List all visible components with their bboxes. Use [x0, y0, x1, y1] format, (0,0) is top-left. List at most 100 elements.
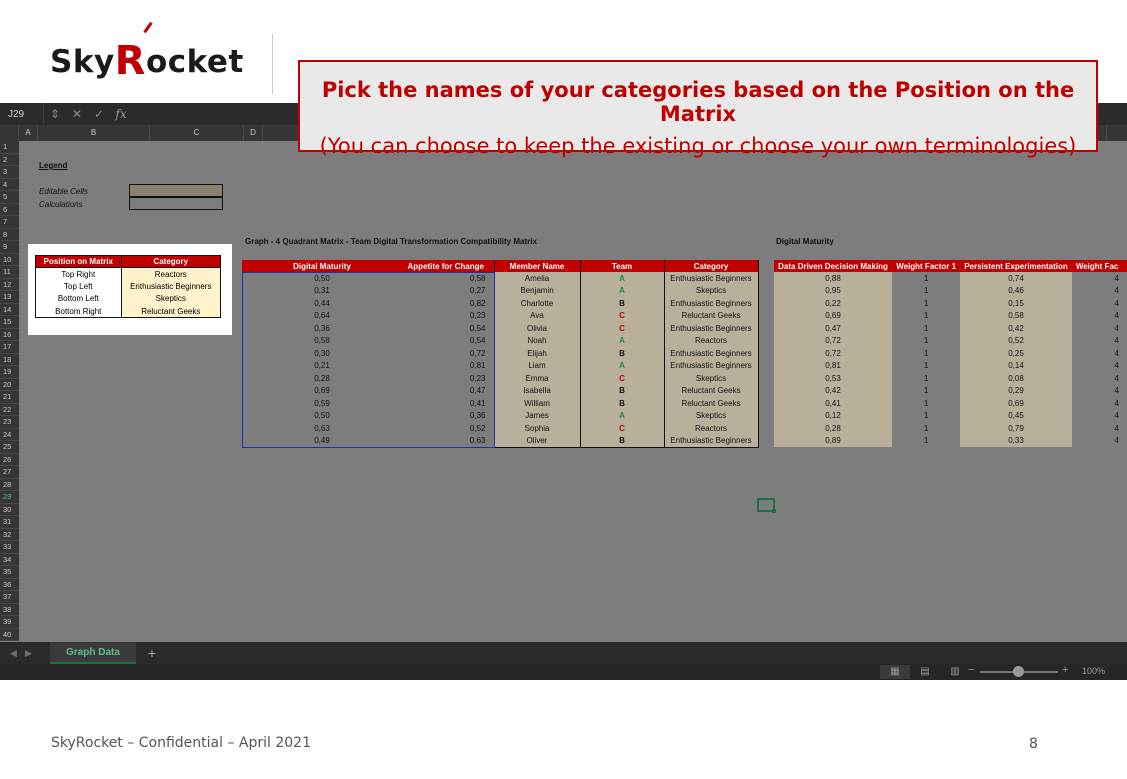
- row-header[interactable]: 27: [0, 466, 19, 479]
- name-box[interactable]: J29: [0, 103, 44, 125]
- team-cell[interactable]: B: [579, 397, 664, 410]
- accept-icon[interactable]: ✓: [88, 107, 110, 121]
- zoom-slider-handle[interactable]: [1013, 666, 1024, 677]
- position-cell[interactable]: Bottom Left: [35, 292, 122, 305]
- weight-factor-cell[interactable]: 1: [892, 372, 960, 385]
- weight-factor-cell[interactable]: 1: [892, 397, 960, 410]
- row-header[interactable]: 35: [0, 566, 19, 579]
- weight-factor-cell[interactable]: 4: [1072, 397, 1127, 410]
- zoom-level[interactable]: 100%: [1082, 666, 1105, 676]
- row-header[interactable]: 28: [0, 479, 19, 491]
- member-name-cell[interactable]: Emma: [493, 372, 580, 385]
- row-header[interactable]: 8: [0, 229, 19, 241]
- weight-factor-cell[interactable]: 1: [892, 272, 960, 285]
- appetite-cell[interactable]: 0,47: [402, 385, 494, 398]
- row-header[interactable]: 39: [0, 616, 19, 629]
- appetite-cell[interactable]: 0,54: [402, 335, 494, 348]
- weight-factor-cell[interactable]: 1: [892, 360, 960, 373]
- weight-factor-cell[interactable]: 4: [1072, 335, 1127, 348]
- weight-factor-cell[interactable]: 4: [1072, 410, 1127, 423]
- team-cell[interactable]: B: [579, 384, 664, 397]
- header-data-driven-decision-making[interactable]: Data Driven Decision Making: [774, 260, 893, 272]
- category-cell[interactable]: Skeptics: [663, 409, 759, 422]
- row-header[interactable]: 10: [0, 254, 19, 266]
- row-header[interactable]: 3: [0, 166, 19, 179]
- position-cell[interactable]: Top Right: [35, 267, 122, 280]
- decision-making-cell[interactable]: 0,95: [774, 284, 893, 297]
- category-cell[interactable]: Enthusiastic Beginners: [663, 322, 759, 335]
- member-name-cell[interactable]: Oliver: [493, 434, 580, 448]
- decision-making-cell[interactable]: 0,72: [774, 334, 893, 347]
- category-cell[interactable]: Enthusiastic Beginners: [663, 272, 759, 285]
- experimentation-cell[interactable]: 0,29: [960, 384, 1072, 397]
- member-name-cell[interactable]: Olivia: [493, 322, 580, 335]
- row-header[interactable]: 31: [0, 516, 19, 529]
- experimentation-cell[interactable]: 0,33: [960, 434, 1072, 447]
- decision-making-cell[interactable]: 0,12: [774, 409, 893, 422]
- team-cell[interactable]: B: [579, 434, 664, 448]
- weight-factor-cell[interactable]: 4: [1072, 310, 1127, 323]
- row-header[interactable]: 24: [0, 429, 19, 441]
- member-name-cell[interactable]: Amelia: [493, 272, 580, 285]
- member-name-cell[interactable]: Ava: [493, 309, 580, 322]
- row-header[interactable]: 5: [0, 191, 19, 204]
- position-cell[interactable]: Top Left: [35, 280, 122, 293]
- page-break-preview-icon[interactable]: ▥: [940, 665, 970, 679]
- decision-making-cell[interactable]: 0,28: [774, 422, 893, 435]
- appetite-cell[interactable]: 0,58: [402, 272, 494, 285]
- experimentation-cell[interactable]: 0,25: [960, 347, 1072, 360]
- row-header[interactable]: 1: [0, 141, 19, 154]
- weight-factor-cell[interactable]: 4: [1072, 297, 1127, 310]
- member-name-cell[interactable]: Elijah: [493, 347, 580, 360]
- digital-maturity-cell[interactable]: 0,50: [242, 410, 402, 423]
- position-header[interactable]: Position on Matrix: [35, 255, 122, 268]
- row-header[interactable]: 30: [0, 504, 19, 516]
- experimentation-cell[interactable]: 0,08: [960, 372, 1072, 385]
- weight-factor-cell[interactable]: 4: [1072, 322, 1127, 335]
- decision-making-cell[interactable]: 0,22: [774, 297, 893, 310]
- row-header[interactable]: 25: [0, 441, 19, 454]
- insert-function-icon[interactable]: fx: [110, 107, 132, 121]
- header-appetite-for-change[interactable]: Appetite for Change: [402, 260, 494, 272]
- header-persistent-experimentation[interactable]: Persistent Experimentation: [960, 260, 1072, 272]
- row-header[interactable]: 14: [0, 304, 19, 316]
- row-header[interactable]: 22: [0, 404, 19, 416]
- category-cell[interactable]: Enthusiastic Beginners: [663, 359, 759, 372]
- sheet-tab-graph-data[interactable]: Graph Data: [50, 642, 136, 664]
- header-team[interactable]: Team: [579, 260, 664, 272]
- weight-factor-cell[interactable]: 4: [1072, 347, 1127, 360]
- digital-maturity-cell[interactable]: 0,69: [242, 385, 402, 398]
- team-cell[interactable]: B: [579, 297, 664, 310]
- experimentation-cell[interactable]: 0,52: [960, 334, 1072, 347]
- weight-factor-cell[interactable]: 1: [892, 310, 960, 323]
- legend-editable-swatch[interactable]: [129, 184, 223, 197]
- team-cell[interactable]: C: [579, 422, 664, 435]
- experimentation-cell[interactable]: 0,42: [960, 322, 1072, 335]
- digital-maturity-cell[interactable]: 0,21: [242, 360, 402, 373]
- category-cell[interactable]: Enthusiastic Beginners: [663, 297, 759, 310]
- team-cell[interactable]: C: [579, 309, 664, 322]
- row-header[interactable]: 6: [0, 204, 19, 216]
- member-name-cell[interactable]: Isabella: [493, 384, 580, 397]
- weight-factor-cell[interactable]: 1: [892, 335, 960, 348]
- cancel-icon[interactable]: ✕: [66, 107, 88, 121]
- appetite-cell[interactable]: 0,81: [402, 360, 494, 373]
- category-cell[interactable]: Enthusiastic Beginners: [663, 347, 759, 360]
- digital-maturity-cell[interactable]: 0,30: [242, 347, 402, 360]
- weight-factor-cell[interactable]: 1: [892, 410, 960, 423]
- digital-maturity-cell[interactable]: 0,49: [242, 435, 402, 448]
- category-cell[interactable]: Skeptics: [120, 292, 222, 305]
- category-cell[interactable]: Enthusiastic Beginners: [120, 280, 222, 293]
- name-box-stepper-icon[interactable]: ⇕: [44, 107, 66, 121]
- category-cell[interactable]: Reluctant Geeks: [663, 309, 759, 322]
- weight-factor-cell[interactable]: 4: [1072, 360, 1127, 373]
- sheet-nav-arrows-icon[interactable]: ◀▶: [0, 648, 44, 659]
- digital-maturity-cell[interactable]: 0,28: [242, 372, 402, 385]
- decision-making-cell[interactable]: 0,42: [774, 384, 893, 397]
- category-cell[interactable]: Enthusiastic Beginners: [663, 434, 759, 448]
- experimentation-cell[interactable]: 0,58: [960, 309, 1072, 322]
- appetite-cell[interactable]: 0,36: [402, 410, 494, 423]
- decision-making-cell[interactable]: 0,53: [774, 372, 893, 385]
- header-digital-maturity[interactable]: Digital Maturity: [242, 260, 402, 272]
- appetite-cell[interactable]: 0,27: [402, 285, 494, 298]
